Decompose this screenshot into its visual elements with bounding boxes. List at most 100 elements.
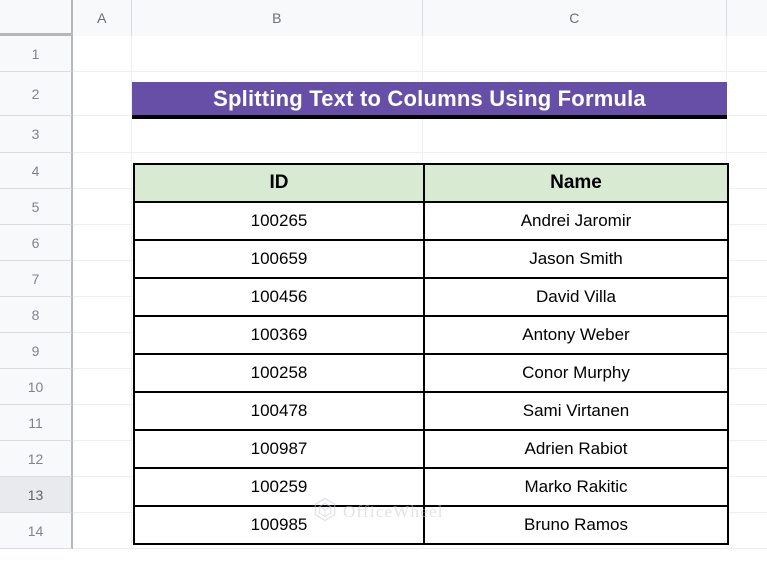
cell-x4[interactable] — [727, 153, 767, 188]
row-header-label: 12 — [28, 451, 44, 467]
column-header-strip: A B C — [0, 0, 767, 36]
data-table[interactable]: ID Name 100265Andrei Jaromir100659Jason … — [133, 163, 729, 545]
row-header-label: 10 — [28, 379, 44, 395]
row-header-6[interactable]: 6 — [0, 225, 73, 261]
cell-id[interactable]: 100369 — [134, 316, 424, 354]
row-header-label: 13 — [28, 487, 44, 503]
table-body: 100265Andrei Jaromir100659Jason Smith100… — [134, 202, 728, 544]
cell-id[interactable]: 100659 — [134, 240, 424, 278]
cell-A1[interactable] — [73, 36, 132, 71]
cell-id[interactable]: 100478 — [134, 392, 424, 430]
cell-name[interactable]: Marko Rakitic — [424, 468, 728, 506]
table-row: 100456David Villa — [134, 278, 728, 316]
row-header-label: 4 — [32, 163, 40, 179]
table-row: 100659Jason Smith — [134, 240, 728, 278]
column-header-a-label: A — [97, 10, 107, 26]
row-header-label: 8 — [32, 307, 40, 323]
cell-A3[interactable] — [73, 116, 132, 152]
column-header-d[interactable] — [727, 0, 767, 36]
table-row: 100478Sami Virtanen — [134, 392, 728, 430]
table-row: 100369Antony Weber — [134, 316, 728, 354]
cell-A8[interactable] — [73, 297, 132, 332]
cell-A12[interactable] — [73, 441, 132, 476]
column-header-name[interactable]: Name — [424, 164, 728, 202]
row-header-4[interactable]: 4 — [0, 153, 73, 189]
cell-name[interactable]: Antony Weber — [424, 316, 728, 354]
cell-id[interactable]: 100258 — [134, 354, 424, 392]
cell-name[interactable]: Conor Murphy — [424, 354, 728, 392]
row-header-13[interactable]: 13 — [0, 477, 73, 513]
row-header-label: 3 — [32, 126, 40, 142]
cell-C3[interactable] — [423, 116, 727, 152]
column-header-a[interactable]: A — [73, 0, 132, 36]
row-header-1[interactable]: 1 — [0, 36, 73, 72]
row-header-5[interactable]: 5 — [0, 189, 73, 225]
cell-name[interactable]: Adrien Rabiot — [424, 430, 728, 468]
cell-id[interactable]: 100259 — [134, 468, 424, 506]
cell-x1[interactable] — [727, 36, 767, 71]
table-row: 100259Marko Rakitic — [134, 468, 728, 506]
cell-name[interactable]: Sami Virtanen — [424, 392, 728, 430]
cell-C1[interactable] — [423, 36, 727, 71]
row-header-3[interactable]: 3 — [0, 116, 73, 153]
row-header-2[interactable]: 2 — [0, 72, 73, 116]
cell-A7[interactable] — [73, 261, 132, 296]
row-header-label: 5 — [32, 199, 40, 215]
row-header-label: 6 — [32, 235, 40, 251]
grid-row-1 — [73, 36, 767, 72]
row-header-label: 11 — [28, 415, 43, 431]
column-header-id[interactable]: ID — [134, 164, 424, 202]
cell-x8[interactable] — [727, 297, 767, 332]
cell-x10[interactable] — [727, 369, 767, 404]
cell-x12[interactable] — [727, 441, 767, 476]
cell-A4[interactable] — [73, 153, 132, 188]
cell-x7[interactable] — [727, 261, 767, 296]
row-header-14[interactable]: 14 — [0, 513, 73, 549]
cell-x5[interactable] — [727, 189, 767, 224]
cell-name[interactable]: David Villa — [424, 278, 728, 316]
select-all-corner-button[interactable] — [0, 0, 73, 36]
cell-A13[interactable] — [73, 477, 132, 512]
cell-A5[interactable] — [73, 189, 132, 224]
cell-A6[interactable] — [73, 225, 132, 260]
row-header-11[interactable]: 11 — [0, 405, 73, 441]
row-header-12[interactable]: 12 — [0, 441, 73, 477]
cell-id[interactable]: 100265 — [134, 202, 424, 240]
cell-A9[interactable] — [73, 333, 132, 368]
cell-id[interactable]: 100456 — [134, 278, 424, 316]
cell-B3[interactable] — [132, 116, 423, 152]
title-banner-cell[interactable]: Splitting Text to Columns Using Formula — [132, 82, 727, 119]
cell-x14[interactable] — [727, 513, 767, 548]
table-row: 100258Conor Murphy — [134, 354, 728, 392]
cell-A2[interactable] — [73, 72, 132, 115]
grid-row-3 — [73, 116, 767, 153]
cell-A10[interactable] — [73, 369, 132, 404]
cell-B1[interactable] — [132, 36, 423, 71]
row-header-9[interactable]: 9 — [0, 333, 73, 369]
cell-name[interactable]: Andrei Jaromir — [424, 202, 728, 240]
cell-name[interactable]: Jason Smith — [424, 240, 728, 278]
row-header-label: 2 — [32, 86, 40, 102]
page-title: Splitting Text to Columns Using Formula — [213, 86, 646, 112]
row-header-strip: 1234567891011121314 — [0, 36, 73, 549]
cell-x11[interactable] — [727, 405, 767, 440]
column-header-c[interactable]: C — [423, 0, 727, 36]
cell-name[interactable]: Bruno Ramos — [424, 506, 728, 544]
cell-A11[interactable] — [73, 405, 132, 440]
cell-x2[interactable] — [727, 72, 767, 115]
cell-id[interactable]: 100985 — [134, 506, 424, 544]
cell-id[interactable]: 100987 — [134, 430, 424, 468]
row-header-label: 7 — [32, 271, 40, 287]
cell-x6[interactable] — [727, 225, 767, 260]
spreadsheet-canvas: A B C 1234567891011121314 Splitting Text… — [0, 0, 767, 566]
cell-x3[interactable] — [727, 116, 767, 152]
cell-A14[interactable] — [73, 513, 132, 548]
row-header-8[interactable]: 8 — [0, 297, 73, 333]
cell-x9[interactable] — [727, 333, 767, 368]
column-header-b[interactable]: B — [132, 0, 423, 36]
row-header-7[interactable]: 7 — [0, 261, 73, 297]
table-row: 100265Andrei Jaromir — [134, 202, 728, 240]
table-head: ID Name — [134, 164, 728, 202]
row-header-10[interactable]: 10 — [0, 369, 73, 405]
cell-x13[interactable] — [727, 477, 767, 512]
